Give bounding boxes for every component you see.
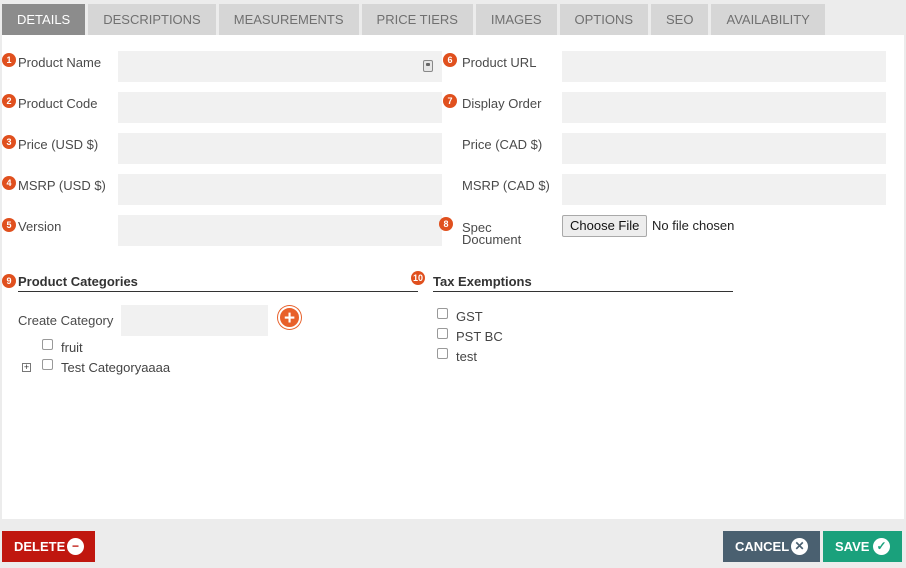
- step-number-3: 3: [2, 135, 16, 149]
- msrp-cad-label: MSRP (CAD $): [462, 178, 550, 193]
- tax-label-gst: GST: [456, 309, 483, 324]
- step-number-10: 10: [411, 271, 425, 285]
- tab-bar: Details Descriptions Measurements Price …: [2, 4, 828, 35]
- tax-exemptions-title: Tax Exemptions: [433, 274, 733, 292]
- category-checkbox-fruit[interactable]: [42, 339, 53, 350]
- category-label-test: Test Categoryaaaa: [61, 360, 171, 375]
- file-status-text: No file chosen: [652, 218, 735, 233]
- tab-images[interactable]: Images: [475, 4, 557, 35]
- product-url-label: Product URL: [462, 55, 537, 70]
- version-input[interactable]: [118, 215, 442, 246]
- create-category-label: Create Category: [18, 313, 114, 328]
- spec-document-label-line2: Document: [462, 232, 522, 247]
- minus-circle-icon: −: [67, 538, 84, 555]
- step-number-6: 6: [443, 53, 457, 67]
- price-cad-input[interactable]: [562, 133, 886, 164]
- product-categories-title: Product Categories: [18, 274, 418, 292]
- tax-checkbox-pst-bc[interactable]: [437, 328, 448, 339]
- price-cad-label: Price (CAD $): [462, 137, 543, 152]
- step-number-2: 2: [2, 94, 16, 108]
- product-code-input[interactable]: [118, 92, 442, 123]
- category-label-fruit: fruit: [61, 340, 83, 355]
- delete-button[interactable]: DELETE −: [2, 531, 95, 562]
- product-url-input[interactable]: [562, 51, 886, 82]
- tab-availability[interactable]: Availability: [711, 4, 825, 35]
- cancel-button-label: CANCEL: [735, 539, 790, 554]
- details-panel: 1 Product Name 2 Product Code 3 Price (U…: [2, 35, 904, 519]
- price-usd-label: Price (USD $): [18, 137, 99, 152]
- tax-checkbox-test[interactable]: [437, 348, 448, 359]
- close-circle-icon: ✕: [791, 538, 808, 555]
- contact-card-icon[interactable]: [423, 60, 433, 72]
- create-category-input[interactable]: [121, 305, 268, 336]
- tab-seo[interactable]: SEO: [651, 4, 709, 35]
- step-number-5: 5: [2, 218, 16, 232]
- product-code-label: Product Code: [18, 96, 98, 111]
- choose-file-button[interactable]: Choose File: [562, 215, 648, 237]
- product-name-label: Product Name: [18, 55, 102, 70]
- version-label: Version: [18, 219, 62, 234]
- msrp-cad-input[interactable]: [562, 174, 886, 205]
- step-number-1: 1: [2, 53, 16, 67]
- price-usd-input[interactable]: [118, 133, 442, 164]
- msrp-usd-input[interactable]: [118, 174, 442, 205]
- add-category-button[interactable]: +: [278, 306, 301, 329]
- display-order-label: Display Order: [462, 96, 542, 111]
- step-number-8: 8: [439, 217, 453, 231]
- step-number-4: 4: [2, 176, 16, 190]
- tab-options[interactable]: Options: [559, 4, 649, 35]
- tax-checkbox-gst[interactable]: [437, 308, 448, 319]
- check-circle-icon: ✓: [873, 538, 890, 555]
- expand-plus-icon[interactable]: +: [22, 363, 31, 372]
- tab-price-tiers[interactable]: Price Tiers: [361, 4, 473, 35]
- msrp-usd-label: MSRP (USD $): [18, 178, 106, 193]
- tax-label-pst-bc: PST BC: [456, 329, 503, 344]
- display-order-input[interactable]: [562, 92, 886, 123]
- step-number-7: 7: [443, 94, 457, 108]
- tab-measurements[interactable]: Measurements: [218, 4, 359, 35]
- step-number-9: 9: [2, 274, 16, 288]
- delete-button-label: DELETE: [14, 539, 66, 554]
- product-name-input[interactable]: [118, 51, 442, 82]
- category-checkbox-test[interactable]: [42, 359, 53, 370]
- tab-details[interactable]: Details: [2, 4, 86, 35]
- cancel-button[interactable]: CANCEL ✕: [723, 531, 820, 562]
- save-button[interactable]: SAVE ✓: [823, 531, 902, 562]
- tab-descriptions[interactable]: Descriptions: [88, 4, 216, 35]
- save-button-label: SAVE: [835, 539, 870, 554]
- tax-label-test: test: [456, 349, 477, 364]
